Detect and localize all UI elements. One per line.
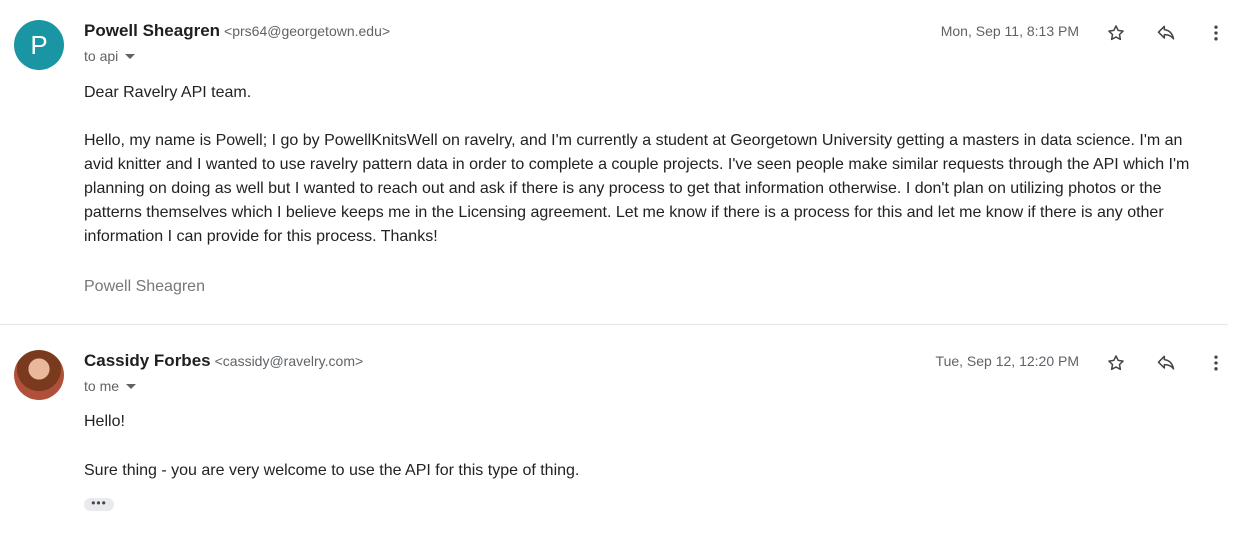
chevron-down-icon[interactable] <box>126 383 137 389</box>
sender-name[interactable]: Cassidy Forbes <box>84 351 211 370</box>
recipient-toggle[interactable]: to me <box>84 378 137 394</box>
star-icon[interactable] <box>1104 351 1128 375</box>
more-vertical-icon[interactable] <box>1204 21 1228 45</box>
message-date: Mon, Sep 11, 8:13 PM <box>940 23 1079 39</box>
more-vertical-icon[interactable] <box>1204 351 1228 375</box>
sender-name[interactable]: Powell Sheagren <box>84 21 220 40</box>
recipient-label: to api <box>84 48 119 64</box>
email-message-2: Cassidy Forbes <cassidy@ravelry.com> to m… <box>0 325 1243 547</box>
chevron-down-icon[interactable] <box>125 53 136 59</box>
message-signature: Powell Sheagren <box>84 278 205 295</box>
recipient-label: to me <box>84 378 120 394</box>
message-body: Hello, my name is Powell; I go by Powell… <box>84 132 1190 245</box>
reply-icon[interactable] <box>1154 351 1178 375</box>
sender-email[interactable]: <cassidy@ravelry.com> <box>215 353 364 369</box>
recipient-toggle[interactable]: to api <box>84 48 136 64</box>
message-greeting: Hello! <box>84 413 125 430</box>
star-icon[interactable] <box>1104 21 1128 45</box>
message-date: Tue, Sep 12, 12:20 PM <box>935 353 1079 369</box>
sender-email[interactable]: <prs64@georgetown.edu> <box>224 23 390 39</box>
message-greeting: Dear Ravelry API team. <box>84 84 252 101</box>
reply-icon[interactable] <box>1154 21 1178 45</box>
email-message-1: P Powell Sheagren <prs64@georgetown.edu> … <box>0 0 1243 325</box>
avatar[interactable] <box>14 350 64 400</box>
sender-line: Cassidy Forbes <cassidy@ravelry.com> <box>84 351 363 371</box>
message-body: Sure thing - you are very welcome to use… <box>84 462 580 479</box>
show-trimmed-content-button[interactable]: ••• <box>84 497 114 511</box>
avatar[interactable]: P <box>14 20 64 70</box>
sender-line: Powell Sheagren <prs64@georgetown.edu> <box>84 21 390 41</box>
